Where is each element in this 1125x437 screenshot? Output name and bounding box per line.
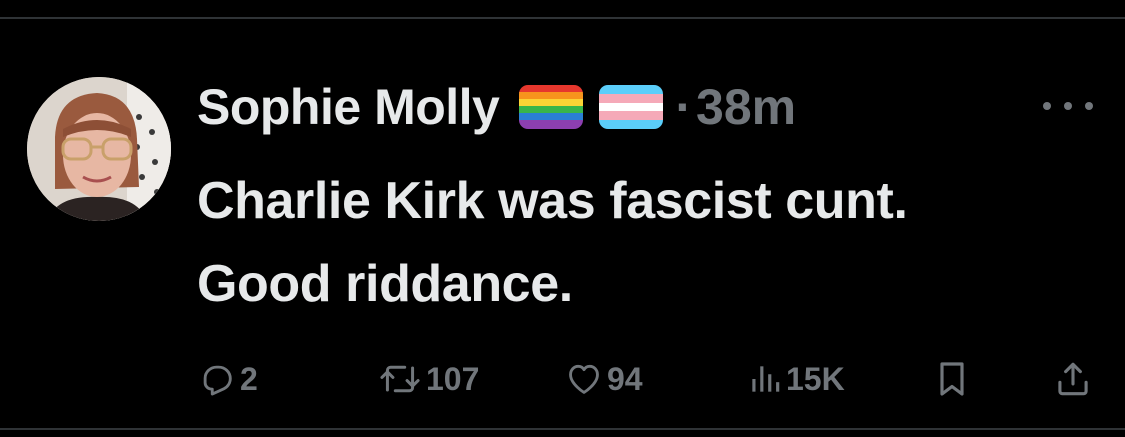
avatar[interactable]: [27, 77, 171, 221]
reply-count: 2: [240, 360, 258, 397]
views-button[interactable]: 15K: [748, 356, 845, 402]
reply-button[interactable]: 2: [198, 356, 258, 402]
transgender-flag-icon: [599, 85, 664, 129]
share-button[interactable]: [1055, 356, 1091, 402]
tweet-header: Sophie Molly · 38m: [197, 76, 796, 138]
repost-count: 107: [426, 360, 480, 397]
more-options-icon[interactable]: [1043, 94, 1093, 118]
timestamp[interactable]: 38m: [696, 78, 796, 136]
views-count: 15K: [786, 360, 845, 397]
bookmark-icon: [940, 362, 964, 396]
tweet-text-line-1: Charlie Kirk was fascist cunt.: [197, 172, 908, 230]
tweet-text: Charlie Kirk was fascist cunt. Good ridd…: [197, 160, 1107, 326]
tweet-text-line-2: Good riddance.: [197, 255, 573, 313]
separator-dot: ·: [675, 79, 693, 135]
reply-icon: [203, 365, 232, 396]
action-bar: 2 107 94 15K: [0, 356, 1125, 402]
rainbow-flag-icon: [519, 85, 584, 129]
author-name[interactable]: Sophie Molly: [197, 78, 500, 136]
repost-button[interactable]: 107: [378, 356, 479, 402]
heart-icon: [569, 364, 599, 394]
like-button[interactable]: 94: [565, 356, 643, 402]
repost-icon: [380, 365, 420, 393]
top-divider: [0, 17, 1125, 19]
bookmark-button[interactable]: [935, 356, 969, 402]
avatar-photo: [27, 77, 171, 221]
share-icon: [1058, 362, 1088, 396]
analytics-icon: [752, 366, 780, 392]
bottom-divider: [0, 428, 1125, 430]
like-count: 94: [607, 360, 643, 397]
